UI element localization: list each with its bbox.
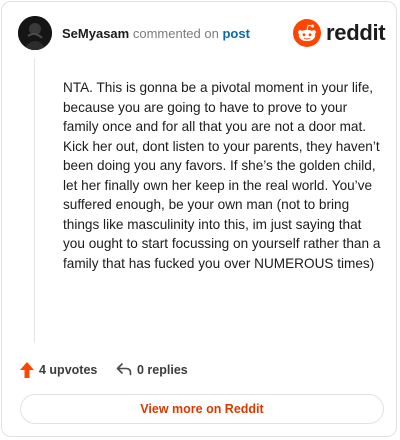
byline-action: commented on bbox=[132, 26, 219, 41]
view-more-button[interactable]: View more on Reddit bbox=[20, 394, 384, 424]
reddit-brand[interactable]: reddit bbox=[293, 19, 386, 47]
comment-stats: 4 upvotes 0 replies bbox=[20, 360, 378, 380]
embedded-comment-card: SeMyasam commented on post reddit NTA. T… bbox=[1, 1, 397, 437]
replies-button[interactable]: 0 replies bbox=[116, 360, 196, 380]
reply-arrow-icon bbox=[116, 363, 132, 376]
upvote-button[interactable]: 4 upvotes bbox=[20, 360, 100, 380]
avatar-image bbox=[18, 16, 52, 50]
reddit-wordmark: reddit bbox=[326, 20, 386, 45]
byline: SeMyasam commented on post bbox=[62, 25, 250, 42]
post-link[interactable]: post bbox=[222, 26, 249, 41]
upvote-arrow-icon bbox=[20, 362, 34, 378]
thread-line bbox=[34, 58, 35, 343]
replies-count: 0 replies bbox=[137, 363, 188, 377]
comment-header: SeMyasam commented on post reddit bbox=[18, 16, 386, 52]
reddit-logo-icon bbox=[293, 19, 321, 47]
username[interactable]: SeMyasam bbox=[62, 26, 129, 41]
comment-body: NTA. This is gonna be a pivotal moment i… bbox=[63, 80, 381, 271]
avatar[interactable] bbox=[18, 16, 52, 50]
upvote-count: 4 upvotes bbox=[39, 363, 98, 377]
